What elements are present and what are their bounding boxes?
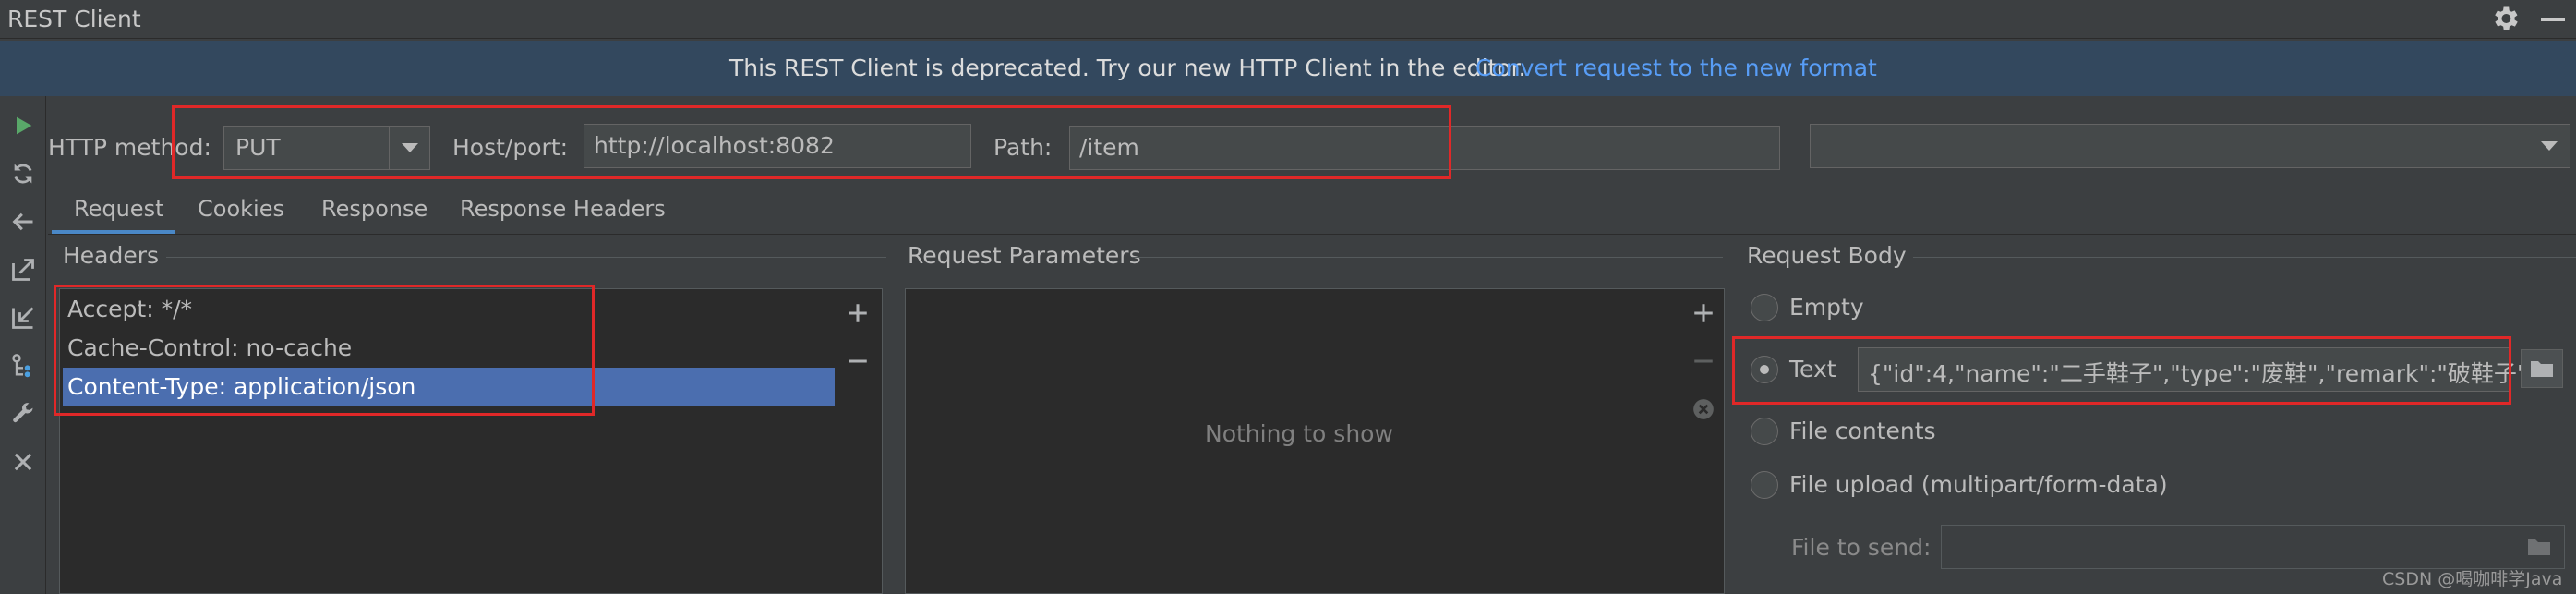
header-row-accept[interactable]: Accept: */*	[63, 290, 835, 329]
body-text-value: {"id":4,"name":"二手鞋子","type":"废鞋","remar…	[1868, 360, 2543, 387]
body-file-upload-label: File upload (multipart/form-data)	[1789, 471, 2168, 498]
convert-request-link[interactable]: Convert request to the new format	[1475, 55, 1877, 81]
path-input[interactable]: /item	[1069, 126, 1780, 170]
body-text-radio[interactable]	[1751, 356, 1778, 383]
add-header-icon[interactable]	[842, 297, 873, 329]
remove-parameter-icon[interactable]	[1688, 345, 1719, 377]
left-toolbar	[0, 96, 46, 594]
title-bar: REST Client	[0, 0, 2576, 39]
watermark-text: CSDN @喝咖啡学Java	[2382, 569, 2563, 589]
refresh-icon[interactable]	[6, 157, 40, 190]
body-file-contents-label: File contents	[1789, 418, 1936, 444]
folder-icon	[2531, 361, 2553, 377]
tab-cookies[interactable]: Cookies	[198, 196, 284, 222]
tab-separator	[48, 234, 2576, 235]
body-empty-label: Empty	[1789, 294, 1864, 321]
folder-icon	[2528, 539, 2550, 555]
request-parameters-title: Request Parameters	[908, 242, 1141, 269]
open-file-button[interactable]	[2521, 349, 2563, 388]
host-port-value: http://localhost:8082	[594, 132, 835, 159]
body-text-input[interactable]: {"id":4,"name":"二手鞋子","type":"废鞋","remar…	[1858, 347, 2542, 392]
run-icon[interactable]	[6, 109, 40, 142]
parameters-divider	[1132, 257, 1723, 258]
tab-request[interactable]: Request	[74, 196, 164, 222]
add-parameter-icon[interactable]	[1688, 297, 1719, 329]
import-icon[interactable]	[6, 301, 40, 334]
body-empty-radio[interactable]	[1751, 294, 1778, 321]
nothing-to-show-text: Nothing to show	[1205, 420, 1393, 447]
gear-icon[interactable]	[2489, 3, 2521, 34]
deprecation-banner: This REST Client is deprecated. Try our …	[0, 41, 2576, 96]
chevron-down-icon[interactable]	[389, 127, 429, 169]
request-body-title: Request Body	[1747, 242, 1907, 269]
file-to-send-input[interactable]	[1941, 525, 2565, 569]
headers-divider	[166, 257, 886, 258]
back-icon[interactable]	[6, 205, 40, 238]
tab-response[interactable]: Response	[321, 196, 427, 222]
tab-response-headers[interactable]: Response Headers	[460, 196, 666, 222]
body-file-contents-radio[interactable]	[1751, 418, 1778, 445]
body-file-upload-radio[interactable]	[1751, 471, 1778, 499]
http-method-select[interactable]: PUT	[223, 126, 430, 170]
minimize-icon[interactable]	[2541, 18, 2565, 21]
path-label: Path:	[993, 134, 1053, 161]
body-divider	[1913, 257, 2576, 258]
host-port-label: Host/port:	[452, 134, 569, 161]
path-value: /item	[1079, 134, 1139, 161]
remove-header-icon[interactable]	[842, 345, 873, 377]
http-method-label: HTTP method:	[48, 134, 211, 161]
header-row-content-type[interactable]: Content-Type: application/json	[63, 368, 835, 406]
clear-parameters-icon[interactable]	[1688, 394, 1719, 425]
close-icon[interactable]	[6, 445, 40, 479]
file-to-send-label: File to send:	[1791, 534, 1932, 561]
tree-icon[interactable]	[6, 349, 40, 382]
wrench-icon[interactable]	[6, 397, 40, 430]
chevron-down-icon[interactable]	[2529, 125, 2570, 167]
file-to-send-browse-button[interactable]	[2519, 528, 2559, 565]
headers-title: Headers	[63, 242, 160, 269]
http-method-value: PUT	[235, 134, 281, 161]
body-text-label: Text	[1789, 356, 1836, 382]
host-port-input[interactable]: http://localhost:8082	[584, 124, 971, 168]
history-select[interactable]	[1810, 124, 2570, 168]
banner-message: This REST Client is deprecated. Try our …	[729, 55, 1526, 81]
export-icon[interactable]	[6, 253, 40, 286]
header-row-cache-control[interactable]: Cache-Control: no-cache	[63, 329, 835, 368]
window-title: REST Client	[7, 6, 141, 32]
